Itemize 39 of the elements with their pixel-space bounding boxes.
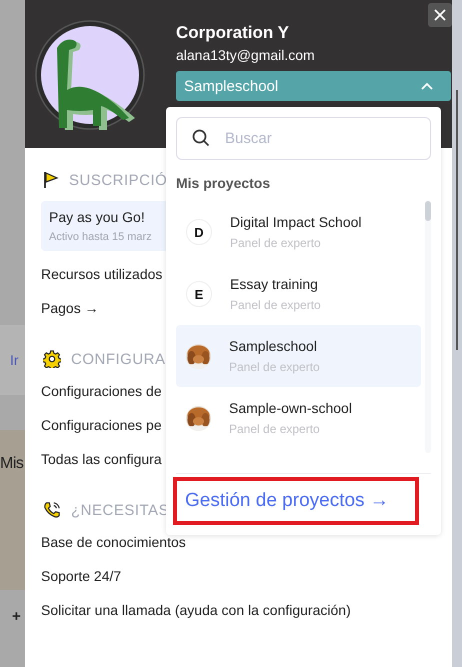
plan-name: Pay as you Go!	[49, 209, 146, 225]
scrollbar-thumb[interactable]	[425, 201, 431, 221]
project-item[interactable]: Sample-own-school Panel de experto	[176, 387, 421, 449]
menu-link[interactable]: Base de conocimientos	[41, 525, 186, 559]
project-avatar: E	[186, 281, 212, 307]
project-item[interactable]: D Digital Impact School Panel de experto	[176, 201, 421, 263]
project-name: Essay training	[230, 276, 319, 292]
account-name: Corporation Y	[176, 22, 290, 44]
menu-link[interactable]: Configuraciones pe	[41, 408, 162, 442]
section-title: CONFIGURA	[71, 350, 166, 368]
project-avatar: D	[186, 219, 212, 245]
project-role: Panel de experto	[230, 298, 321, 312]
close-button[interactable]	[428, 3, 452, 27]
project-role: Panel de experto	[230, 236, 322, 250]
project-item[interactable]: E Essay training Panel de experto	[176, 263, 421, 325]
menu-link[interactable]: Recursos utilizados	[41, 257, 162, 291]
project-name: Sampleschool	[229, 338, 318, 354]
plan-expiry: Activo hasta 15 marz	[49, 231, 152, 243]
project-name: Digital Impact School	[230, 214, 362, 230]
close-icon	[434, 9, 446, 21]
menu-heading: Mis proyectos	[176, 175, 272, 191]
project-name: Sample-own-school	[229, 400, 352, 416]
menu-link[interactable]: Soporte 24/7	[41, 559, 122, 593]
manage-projects-link[interactable]: Gestión de proyectos →	[185, 490, 389, 512]
section-title: ¿NECESITAS	[71, 502, 170, 518]
page-heading: Mis	[0, 455, 24, 472]
menu-link[interactable]: Configuraciones de	[41, 374, 162, 408]
menu-link[interactable]: Solicitar una llamada (ayuda con la configuración)	[41, 593, 351, 627]
chevron-icon	[421, 82, 433, 90]
section-title: SUSCRIPCIÓ	[69, 172, 168, 188]
project-role: Panel de experto	[229, 422, 321, 436]
phone-icon	[43, 501, 61, 519]
flag-icon	[43, 171, 59, 189]
menu-link[interactable]: Pagos →	[41, 291, 99, 325]
account-email: alana13ty@gmail.com	[176, 46, 316, 65]
search-field[interactable]: Buscar	[176, 117, 431, 160]
add-icon: +	[12, 608, 21, 625]
gear-icon	[43, 350, 61, 368]
menu-link[interactable]: Todas las configura	[41, 442, 162, 476]
